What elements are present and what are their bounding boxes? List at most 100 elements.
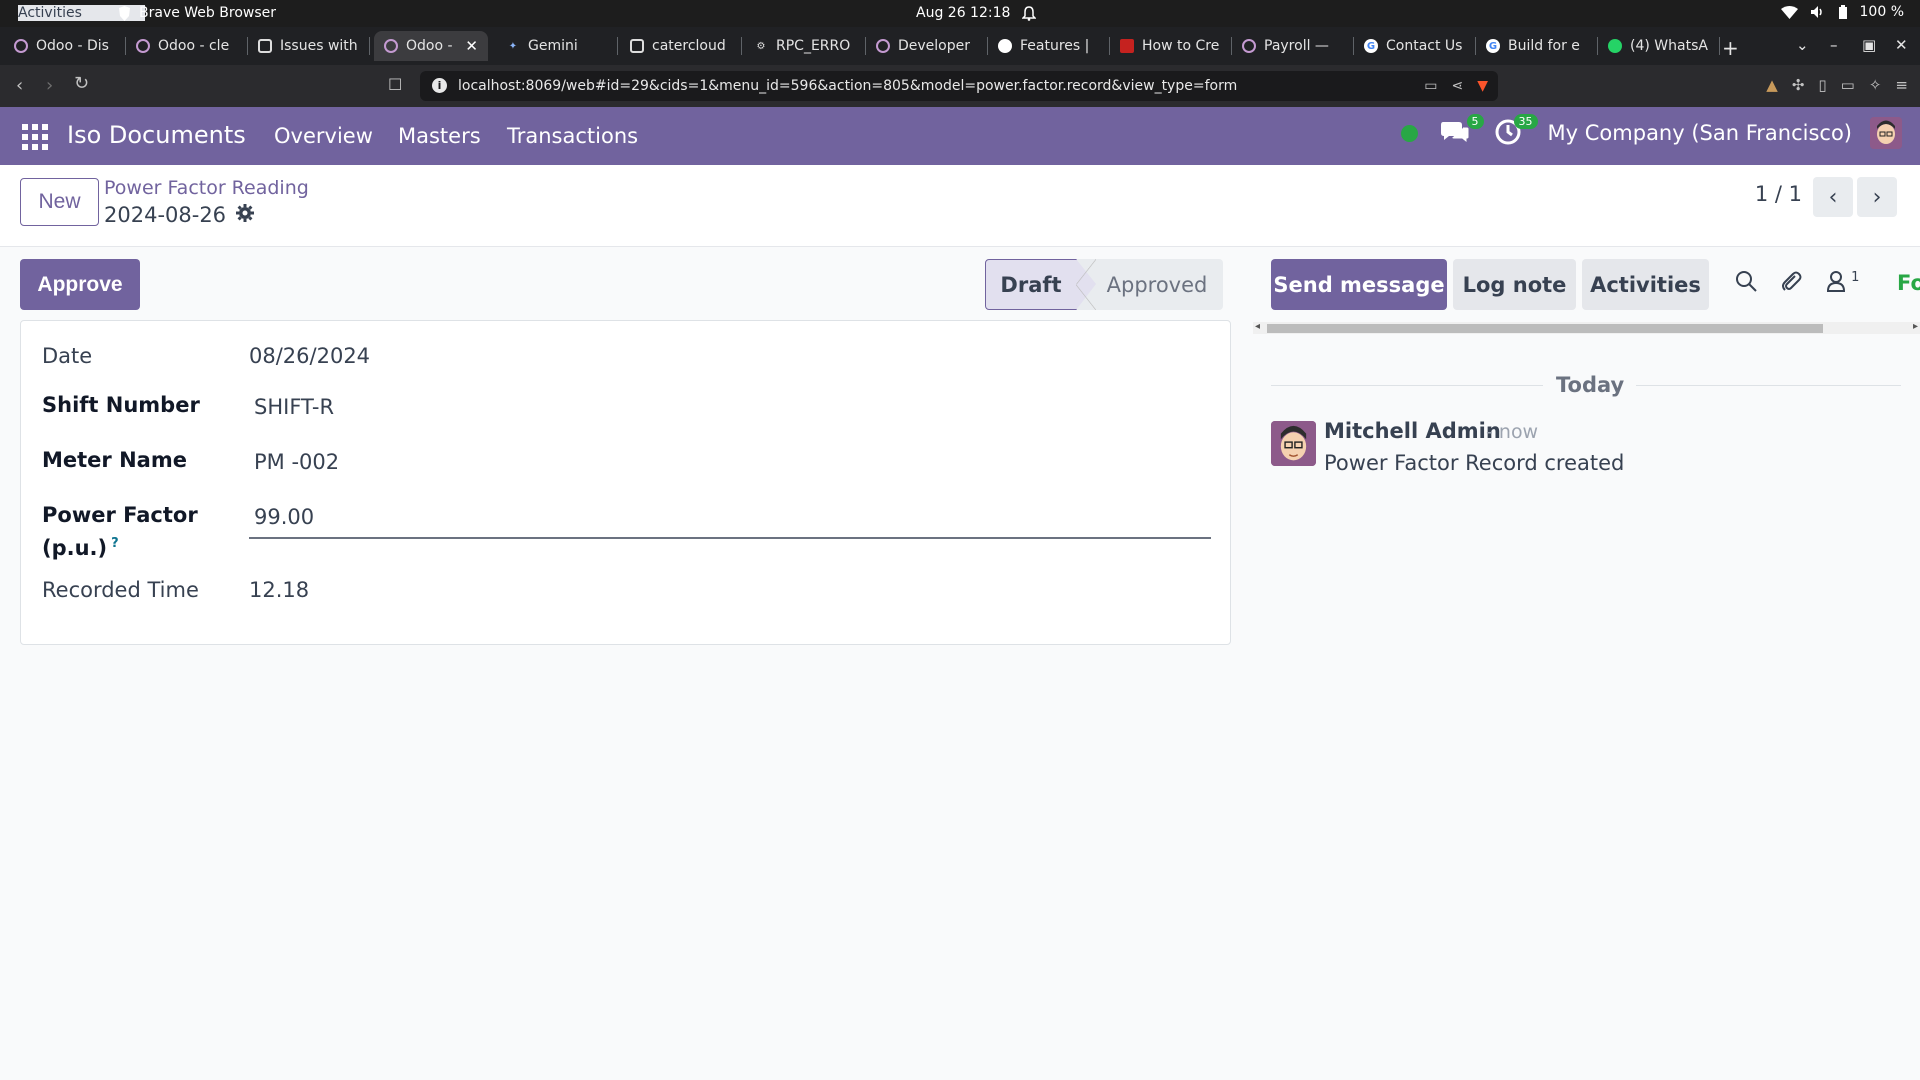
forward-icon[interactable]: › <box>46 75 53 96</box>
status-bar: Draft Approved <box>985 259 1223 310</box>
breadcrumb: 2024-08-26 <box>104 203 255 227</box>
apps-menu-icon[interactable] <box>22 124 48 150</box>
gear-icon[interactable] <box>236 203 255 227</box>
sidebar-icon[interactable]: ▯ <box>1818 76 1826 94</box>
message-author[interactable]: Mitchell Admin <box>1324 419 1501 443</box>
browser-tab[interactable]: Developer <box>866 31 988 61</box>
browser-tab-active[interactable]: Odoo - ✕ <box>374 31 488 61</box>
power-factor-input[interactable]: 99.00 <box>254 505 314 529</box>
menu-overview[interactable]: Overview <box>274 124 373 148</box>
breadcrumb-current: 2024-08-26 <box>104 203 227 227</box>
cast-icon[interactable]: ▭ <box>1424 78 1437 94</box>
shift-number-field[interactable]: SHIFT-R <box>254 395 334 419</box>
github-icon <box>998 39 1012 53</box>
close-window-icon[interactable]: ✕ <box>1895 36 1908 54</box>
os-clock[interactable]: Aug 26 12:18 <box>916 5 1037 21</box>
new-tab-button[interactable]: + <box>1722 36 1739 60</box>
send-message-button[interactable]: Send message <box>1271 259 1447 310</box>
power-factor-label-unit: (p.u.)? <box>42 536 119 560</box>
menu-icon[interactable]: ≡ <box>1895 76 1908 94</box>
browser-tab[interactable]: Issues with <box>248 31 370 61</box>
tab-label: catercloud <box>652 38 726 54</box>
user-avatar[interactable] <box>1870 117 1902 149</box>
browser-tab[interactable]: Features | <box>988 31 1110 61</box>
pager-previous-button[interactable]: ‹ <box>1813 177 1853 217</box>
odoo-icon <box>876 39 890 53</box>
chatgpt-icon <box>258 39 272 53</box>
os-system-tray[interactable]: 100 % <box>1780 4 1904 20</box>
scroll-right-icon[interactable]: ▸ <box>1913 321 1918 332</box>
form-sheet: Date 08/26/2024 Shift Number SHIFT-R Met… <box>20 320 1231 645</box>
share-icon[interactable]: ⋖ <box>1451 78 1463 94</box>
tab-label: Odoo - Dis <box>36 38 109 54</box>
os-app-menu[interactable]: Brave Web Browser <box>118 5 276 21</box>
tab-label: Issues with <box>280 38 358 54</box>
activity-menu[interactable]: 35 <box>1494 114 1538 150</box>
search-icon[interactable] <box>1735 270 1757 296</box>
tab-label: Odoo - <box>406 38 453 54</box>
status-approved[interactable]: Approved <box>1076 259 1223 310</box>
breadcrumb-parent[interactable]: Power Factor Reading <box>104 177 309 199</box>
help-tooltip-icon[interactable]: ? <box>111 536 119 551</box>
status-draft[interactable]: Draft <box>985 259 1077 310</box>
recorded-time-field[interactable]: 12.18 <box>249 578 309 602</box>
browser-tab[interactable]: Odoo - Dis <box>4 31 126 61</box>
browser-tab[interactable]: Payroll — <box>1232 31 1354 61</box>
date-field[interactable]: 08/26/2024 <box>249 344 370 368</box>
paperclip-icon[interactable] <box>1779 270 1803 298</box>
pager-value[interactable]: 1 / 1 <box>1755 182 1802 206</box>
address-bar[interactable]: i localhost:8069/web#id=29&cids=1&menu_i… <box>420 71 1498 101</box>
reload-icon[interactable]: ↻ <box>74 73 89 94</box>
leo-icon[interactable]: ✧ <box>1869 76 1882 94</box>
activities-button[interactable]: Activities <box>1582 259 1709 310</box>
battery-icon <box>1838 4 1848 20</box>
site-info-icon[interactable]: i <box>432 78 447 93</box>
google-icon: G <box>1364 39 1378 53</box>
odoo-icon <box>136 39 150 53</box>
new-button[interactable]: New <box>20 178 99 226</box>
messaging-menu[interactable]: 5 <box>1440 114 1484 150</box>
shift-number-label: Shift Number <box>42 393 200 417</box>
chat-bubbles-icon <box>1440 122 1470 150</box>
gear-icon: ⚙ <box>756 40 766 52</box>
browser-tab[interactable]: G Contact Us <box>1354 31 1476 61</box>
browser-tab[interactable]: G Build for e <box>1476 31 1598 61</box>
browser-tab[interactable]: ✦ Gemini <box>496 31 618 61</box>
menu-transactions[interactable]: Transactions <box>507 124 638 148</box>
meter-name-field[interactable]: PM -002 <box>254 450 339 474</box>
pager-next-button[interactable]: › <box>1857 177 1897 217</box>
minimize-icon[interactable]: – <box>1830 36 1838 54</box>
maximize-icon[interactable]: ▣ <box>1862 36 1876 54</box>
input-underline <box>249 537 1211 539</box>
clock-icon <box>1494 119 1522 150</box>
approve-button[interactable]: Approve <box>20 259 140 310</box>
odoo-navbar: Iso Documents Overview Masters Transacti… <box>0 107 1920 165</box>
chatter-horizontal-scrollbar[interactable]: ◂ ▸ <box>1253 321 1920 334</box>
extension-icon[interactable]: ▲ <box>1766 76 1778 94</box>
browser-tab[interactable]: (4) WhatsA <box>1598 31 1720 61</box>
puzzle-icon[interactable]: ✣ <box>1792 76 1805 94</box>
log-note-button[interactable]: Log note <box>1453 259 1576 310</box>
brave-shields-icon[interactable]: ▼ <box>1477 78 1488 94</box>
messages-badge: 5 <box>1466 114 1484 129</box>
menu-masters[interactable]: Masters <box>398 124 481 148</box>
tab-search-icon[interactable]: ⌄ <box>1796 36 1809 54</box>
message-author-avatar[interactable] <box>1271 421 1316 466</box>
meter-name-label: Meter Name <box>42 448 187 472</box>
scroll-left-icon[interactable]: ◂ <box>1255 321 1260 332</box>
close-tab-icon[interactable]: ✕ <box>465 37 478 55</box>
followers-button[interactable]: 1 <box>1826 270 1859 296</box>
back-icon[interactable]: ‹ <box>16 75 23 96</box>
bookmark-icon[interactable]: ☐ <box>388 75 402 94</box>
follow-button[interactable]: Fo <box>1897 271 1920 295</box>
scrollbar-thumb[interactable] <box>1267 324 1823 333</box>
app-brand[interactable]: Iso Documents <box>67 121 246 149</box>
company-switcher[interactable]: My Company (San Francisco) <box>1548 121 1852 145</box>
tab-label: Odoo - cle <box>158 38 230 54</box>
chevron-left-icon: ‹ <box>1828 184 1838 210</box>
browser-tab[interactable]: ⚙ RPC_ERRO <box>744 31 866 61</box>
browser-tab[interactable]: How to Cre <box>1110 31 1232 61</box>
wallet-icon[interactable]: ▭ <box>1841 76 1855 94</box>
browser-tab[interactable]: catercloud <box>620 31 742 61</box>
browser-tab[interactable]: Odoo - cle <box>126 31 248 61</box>
